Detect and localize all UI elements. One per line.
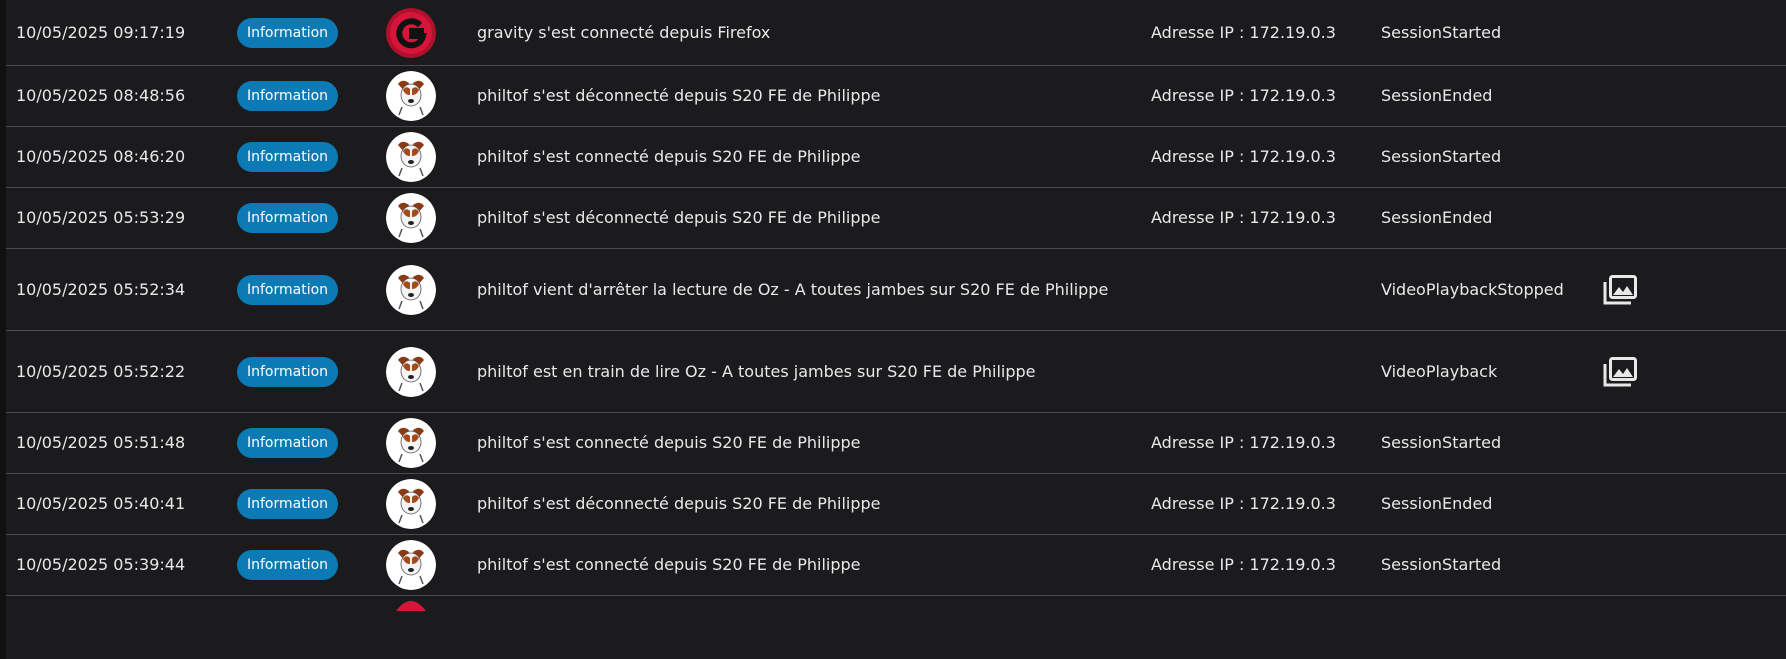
log-date: 10/05/2025 08:48:56	[16, 86, 186, 105]
log-ip: Adresse IP : 172.19.0.3	[1151, 86, 1336, 105]
user-avatar[interactable]	[386, 346, 436, 397]
log-message: philtof s'est déconnecté depuis S20 FE d…	[477, 86, 881, 105]
photo-library-icon	[1603, 274, 1637, 304]
log-message: philtof s'est connecté depuis S20 FE de …	[477, 555, 861, 574]
severity-badge: Information	[237, 17, 339, 48]
dog-avatar-icon	[386, 540, 436, 590]
photo-library-icon	[1603, 356, 1637, 386]
log-type: SessionEnded	[1381, 494, 1493, 513]
gravity-logo-icon	[386, 7, 436, 58]
log-type: SessionStarted	[1381, 433, 1502, 452]
gravity-logo-icon	[396, 601, 426, 611]
log-row[interactable]: 10/05/2025 08:46:20 Information philtof …	[6, 127, 1786, 188]
log-row-partial	[6, 596, 1786, 626]
log-message: gravity s'est connecté depuis Firefox	[477, 22, 771, 42]
severity-badge: Information	[237, 274, 339, 305]
log-date: 10/05/2025 05:52:22	[16, 361, 186, 381]
activity-log-list: 10/05/2025 09:17:19 Information gravity …	[6, 0, 1786, 659]
log-type: SessionEnded	[1381, 86, 1493, 105]
user-avatar[interactable]	[386, 418, 436, 468]
dog-avatar-icon	[386, 71, 436, 121]
log-type: VideoPlayback	[1381, 361, 1498, 381]
log-ip: Adresse IP : 172.19.0.3	[1151, 22, 1336, 42]
log-ip: Adresse IP : 172.19.0.3	[1151, 147, 1336, 166]
log-row[interactable]: 10/05/2025 05:40:41 Information philtof …	[6, 474, 1786, 535]
view-media-button[interactable]	[1603, 274, 1637, 305]
user-avatar-partial	[386, 596, 436, 616]
user-avatar[interactable]	[386, 193, 436, 243]
severity-badge: Information	[237, 142, 339, 172]
view-media-button[interactable]	[1603, 356, 1637, 387]
log-ip: Adresse IP : 172.19.0.3	[1151, 433, 1336, 452]
log-type: SessionStarted	[1381, 22, 1502, 42]
log-row[interactable]: 10/05/2025 09:17:19 Information gravity …	[6, 0, 1786, 66]
log-type: SessionEnded	[1381, 208, 1493, 227]
severity-badge: Information	[237, 428, 339, 458]
dog-avatar-icon	[386, 418, 436, 468]
log-type: SessionStarted	[1381, 147, 1502, 166]
log-row[interactable]: 10/05/2025 05:39:44 Information philtof …	[6, 535, 1786, 596]
log-date: 10/05/2025 05:51:48	[16, 433, 186, 452]
log-date: 10/05/2025 08:46:20	[16, 147, 186, 166]
severity-badge: Information	[237, 81, 339, 111]
dog-avatar-icon	[386, 132, 436, 182]
log-row[interactable]: 10/05/2025 05:52:34 Information philtof …	[6, 249, 1786, 331]
log-message: philtof s'est connecté depuis S20 FE de …	[477, 433, 861, 452]
log-type: SessionStarted	[1381, 555, 1502, 574]
severity-badge: Information	[237, 203, 339, 233]
log-row[interactable]: 10/05/2025 08:48:56 Information philtof …	[6, 66, 1786, 127]
log-message: philtof s'est connecté depuis S20 FE de …	[477, 147, 861, 166]
severity-badge: Information	[237, 489, 339, 519]
user-avatar[interactable]	[386, 71, 436, 121]
user-avatar[interactable]	[386, 264, 436, 315]
log-message: philtof s'est déconnecté depuis S20 FE d…	[477, 208, 881, 227]
log-message: philtof est en train de lire Oz - A tout…	[477, 361, 1036, 381]
log-date: 10/05/2025 05:40:41	[16, 494, 186, 513]
user-avatar[interactable]	[386, 7, 436, 58]
log-ip: Adresse IP : 172.19.0.3	[1151, 494, 1336, 513]
dog-avatar-icon	[386, 264, 436, 315]
log-date: 10/05/2025 05:53:29	[16, 208, 186, 227]
log-message: philtof s'est déconnecté depuis S20 FE d…	[477, 494, 881, 513]
log-type: VideoPlaybackStopped	[1381, 279, 1564, 299]
log-message: philtof vient d'arrêter la lecture de Oz…	[477, 279, 1109, 299]
dog-avatar-icon	[386, 193, 436, 243]
log-date: 10/05/2025 09:17:19	[16, 22, 186, 42]
severity-badge: Information	[237, 550, 339, 580]
log-ip: Adresse IP : 172.19.0.3	[1151, 555, 1336, 574]
log-date: 10/05/2025 05:52:34	[16, 279, 186, 299]
user-avatar[interactable]	[386, 132, 436, 182]
log-date: 10/05/2025 05:39:44	[16, 555, 186, 574]
user-avatar[interactable]	[386, 479, 436, 529]
user-avatar[interactable]	[386, 540, 436, 590]
log-row[interactable]: 10/05/2025 05:52:22 Information philtof …	[6, 331, 1786, 413]
dog-avatar-icon	[386, 346, 436, 397]
log-ip: Adresse IP : 172.19.0.3	[1151, 208, 1336, 227]
severity-badge: Information	[237, 356, 339, 387]
log-row[interactable]: 10/05/2025 05:51:48 Information philtof …	[6, 413, 1786, 474]
log-row[interactable]: 10/05/2025 05:53:29 Information philtof …	[6, 188, 1786, 249]
dog-avatar-icon	[386, 479, 436, 529]
